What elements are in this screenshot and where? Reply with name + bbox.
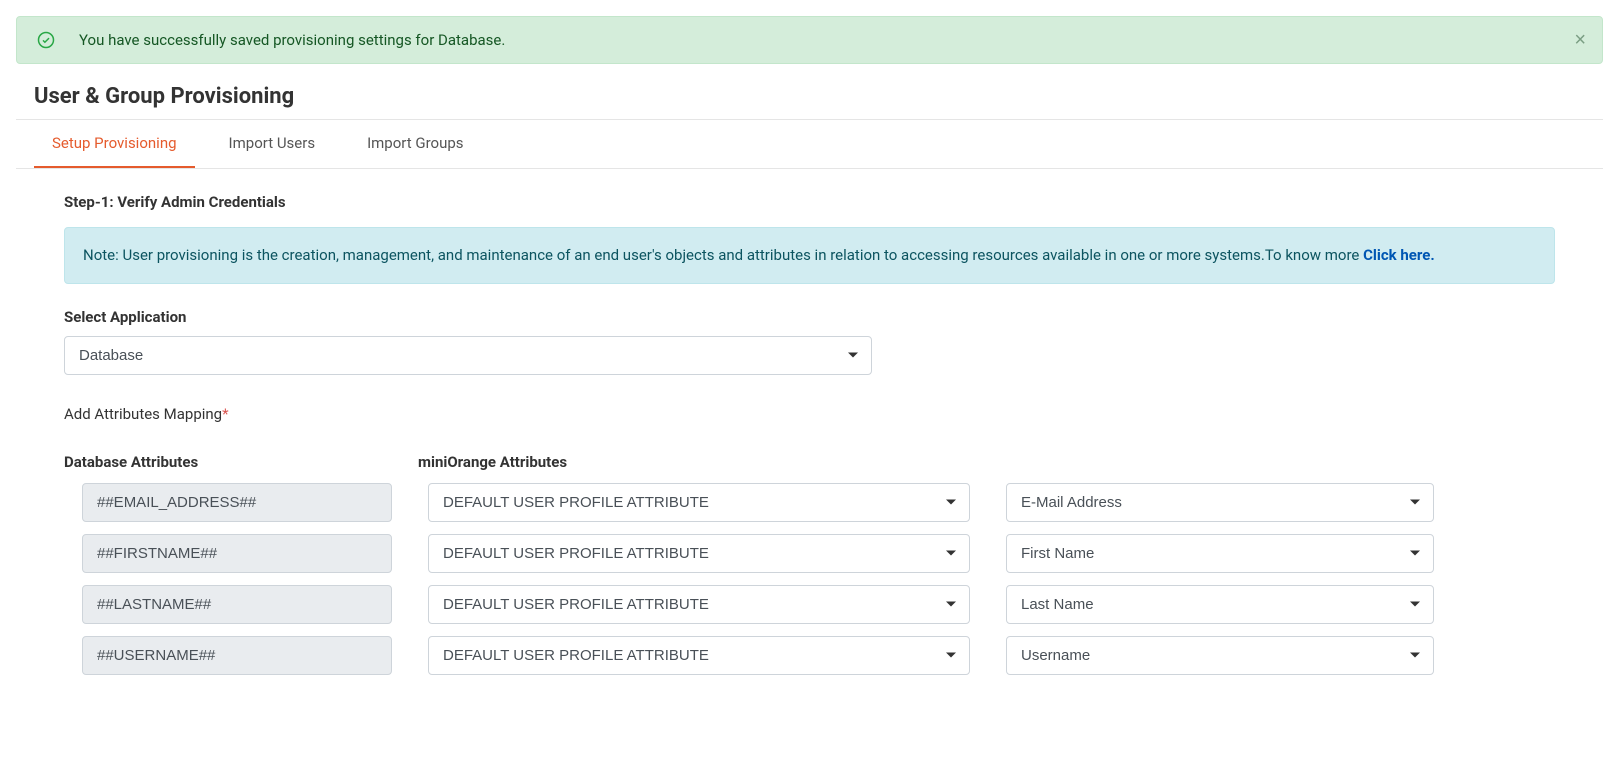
- select-application-label: Select Application: [64, 308, 1555, 326]
- profile-type-select[interactable]: DEFAULT USER PROFILE ATTRIBUTE: [428, 585, 970, 624]
- info-note-text: Note: User provisioning is the creation,…: [83, 246, 1363, 264]
- mapping-row: DEFAULT USER PROFILE ATTRIBUTE Last Name: [64, 585, 1555, 624]
- tab-import-groups[interactable]: Import Groups: [349, 120, 481, 168]
- tab-setup-provisioning[interactable]: Setup Provisioning: [34, 120, 195, 168]
- tabs-container: Setup Provisioning Import Users Import G…: [16, 120, 1603, 169]
- alert-message: You have successfully saved provisioning…: [79, 31, 505, 49]
- miniorange-attributes-header: miniOrange Attributes: [410, 453, 952, 471]
- db-attribute-input[interactable]: [82, 534, 392, 573]
- click-here-link[interactable]: Click here.: [1363, 246, 1435, 264]
- content-area: Step-1: Verify Admin Credentials Note: U…: [16, 169, 1603, 711]
- mapping-row: DEFAULT USER PROFILE ATTRIBUTE Username: [64, 636, 1555, 675]
- profile-type-select[interactable]: DEFAULT USER PROFILE ATTRIBUTE: [428, 534, 970, 573]
- profile-type-select[interactable]: DEFAULT USER PROFILE ATTRIBUTE: [428, 483, 970, 522]
- database-attributes-header: Database Attributes: [64, 453, 374, 471]
- mo-attribute-select[interactable]: Last Name: [1006, 585, 1434, 624]
- close-alert-button[interactable]: ×: [1574, 30, 1586, 50]
- select-application-wrap: Database: [64, 336, 872, 375]
- tab-import-users[interactable]: Import Users: [211, 120, 334, 168]
- check-circle-icon: [37, 31, 55, 49]
- select-application-dropdown[interactable]: Database: [64, 336, 872, 375]
- db-attribute-input[interactable]: [82, 483, 392, 522]
- step-title: Step-1: Verify Admin Credentials: [64, 193, 1555, 211]
- db-attribute-input[interactable]: [82, 585, 392, 624]
- mapping-header: Database Attributes miniOrange Attribute…: [64, 453, 1555, 471]
- mo-attribute-select[interactable]: E-Mail Address: [1006, 483, 1434, 522]
- required-asterisk: *: [222, 405, 228, 423]
- mo-attribute-select[interactable]: Username: [1006, 636, 1434, 675]
- mo-attribute-select[interactable]: First Name: [1006, 534, 1434, 573]
- mapping-row: DEFAULT USER PROFILE ATTRIBUTE First Nam…: [64, 534, 1555, 573]
- info-note: Note: User provisioning is the creation,…: [64, 227, 1555, 284]
- page-title: User & Group Provisioning: [34, 84, 1603, 109]
- add-attributes-mapping-label: Add Attributes Mapping*: [64, 405, 1555, 423]
- profile-type-select[interactable]: DEFAULT USER PROFILE ATTRIBUTE: [428, 636, 970, 675]
- db-attribute-input[interactable]: [82, 636, 392, 675]
- mapping-row: DEFAULT USER PROFILE ATTRIBUTE E-Mail Ad…: [64, 483, 1555, 522]
- success-alert: You have successfully saved provisioning…: [16, 16, 1603, 64]
